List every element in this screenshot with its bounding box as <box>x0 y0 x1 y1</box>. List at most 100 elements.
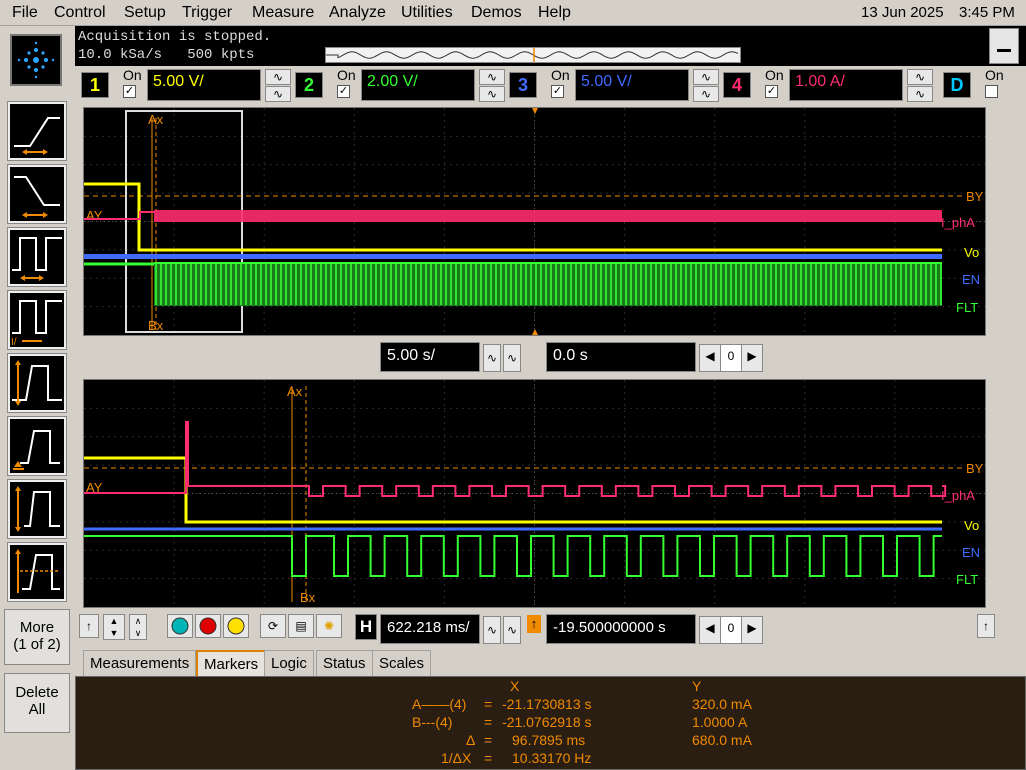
position-step-value[interactable]: 0 <box>720 344 742 372</box>
position-right-button[interactable]: ▶ <box>741 344 763 372</box>
logo-icon[interactable] <box>10 34 62 86</box>
vertical-scroll-icon[interactable]: ▲ ▼ <box>103 614 125 640</box>
channel-2-coarse-knob[interactable]: ∿ <box>479 86 505 102</box>
channel-2-fine-knob[interactable]: ∿ <box>479 69 505 85</box>
channel-D-button[interactable]: D <box>943 72 971 98</box>
channel-2-scale-field[interactable]: 2.00 V/ <box>361 69 475 101</box>
menu-analyze[interactable]: Analyze <box>329 4 386 22</box>
menu-setup[interactable]: Setup <box>124 4 166 22</box>
marker-ax-label: Ax <box>148 112 164 127</box>
scale-coarse-knob[interactable]: ∿ <box>503 344 521 372</box>
zoom-position-field[interactable]: -19.500000000 s <box>546 614 696 644</box>
pulse-width-icon-2[interactable]: I/ <box>7 290 67 350</box>
channel-3-fine-knob[interactable]: ∿ <box>693 69 719 85</box>
zoom-waveform-display[interactable]: BYAYAxBxI_phAVoENFLT4132 <box>83 379 1000 608</box>
brightness-icon[interactable]: ✺ <box>316 614 342 638</box>
zoom-marker-by-label: BY <box>966 461 984 476</box>
window-trigger-icon[interactable] <box>7 479 67 539</box>
marker-ay-label: AY <box>86 208 103 223</box>
expand-pointer-icon[interactable]: ↑ <box>977 614 995 638</box>
marker-b-label: B---(4) <box>412 714 453 730</box>
menu-control[interactable]: Control <box>54 4 106 22</box>
left-toolbar: I/ More (1 of 2) Delete All <box>0 26 75 770</box>
inverse-delta-equals: = <box>484 750 493 766</box>
marker-a-equals: = <box>484 696 493 712</box>
channel-3-on-label: On <box>551 67 570 83</box>
zoom-position-left-button[interactable]: ◀ <box>699 616 721 644</box>
autoscale-icon[interactable]: ⟳ <box>260 614 286 638</box>
zoom-trace-flt <box>84 535 942 577</box>
channel-1-on-checkbox[interactable]: ✓ <box>123 85 136 98</box>
channel-4-scale-field[interactable]: 1.00 A/ <box>789 69 903 101</box>
channel-4-fine-knob[interactable]: ∿ <box>907 69 933 85</box>
delete-label: Delete <box>15 684 59 701</box>
channel-1-button[interactable]: 1 <box>81 72 109 98</box>
time-display: 3:45 PM <box>959 4 1015 21</box>
channel-3-coarse-knob[interactable]: ∿ <box>693 86 719 102</box>
setup-hold-icon[interactable] <box>7 416 67 476</box>
channel-3-on-checkbox[interactable]: ✓ <box>551 85 564 98</box>
zoom-position-right-button[interactable]: ▶ <box>741 616 763 644</box>
channel-4-coarse-knob[interactable]: ∿ <box>907 86 933 102</box>
clear-display-icon[interactable]: ▤ <box>288 614 314 638</box>
rising-edge-trigger-icon[interactable] <box>7 101 67 161</box>
tab-scales[interactable]: Scales <box>372 650 432 676</box>
position-left-button[interactable]: ◀ <box>699 344 721 372</box>
zoom-position-step-value[interactable]: 0 <box>720 616 742 644</box>
sample-rate: 10.0 kSa/s <box>78 47 163 63</box>
tab-measurements[interactable]: Measurements <box>83 650 197 676</box>
y-header: Y <box>692 678 702 694</box>
teal-circle-icon[interactable] <box>167 614 193 638</box>
delete-all-button[interactable]: Delete All <box>4 673 70 733</box>
horizontal-scale-field[interactable]: 5.00 s/ <box>380 342 480 372</box>
channel-2-button[interactable]: 2 <box>295 72 323 98</box>
menu-help[interactable]: Help <box>538 4 571 22</box>
vertical-zoom-icon[interactable]: ∧ ∨ <box>129 614 147 640</box>
tab-logic[interactable]: Logic <box>264 650 314 676</box>
zoom-scale-field[interactable]: 622.218 ms/ <box>380 614 480 644</box>
menu-trigger[interactable]: Trigger <box>182 4 232 22</box>
channel-D-on-checkbox[interactable] <box>985 85 998 98</box>
scale-fine-knob[interactable]: ∿ <box>483 344 501 372</box>
runt-trigger-icon[interactable] <box>7 353 67 413</box>
horizontal-h-icon[interactable]: H <box>355 614 377 640</box>
main-waveform-display[interactable]: BYAYAxBxI_phAVoENFLT4132 <box>83 107 1000 336</box>
pointer-icon[interactable]: ↑ <box>79 614 99 638</box>
acquisition-status: Acquisition is stopped. <box>78 29 272 45</box>
date-display: 13 Jun 2025 <box>861 4 944 21</box>
level-trigger-icon[interactable] <box>7 542 67 602</box>
menu-demos[interactable]: Demos <box>471 4 522 22</box>
tab-status[interactable]: Status <box>316 650 373 676</box>
pulse-width-icon[interactable] <box>7 227 67 287</box>
yellow-circle-icon[interactable] <box>223 614 249 638</box>
minimize-button[interactable] <box>989 28 1019 64</box>
acquisition-info: Acquisition is stopped. 10.0 kSa/s 500 k… <box>78 28 271 64</box>
timebase-bar: 5.00 s/ ∿ ∿ 0.0 s ◀ 0 ▶ <box>75 338 1026 376</box>
more-button[interactable]: More (1 of 2) <box>4 609 70 665</box>
channel-1-fine-knob[interactable]: ∿ <box>265 69 291 85</box>
channel-3-scale-field[interactable]: 5.00 V/ <box>575 69 689 101</box>
falling-edge-trigger-icon[interactable] <box>7 164 67 224</box>
channel-3-button[interactable]: 3 <box>509 72 537 98</box>
menu-measure[interactable]: Measure <box>252 4 314 22</box>
waveform-overview[interactable] <box>325 47 741 63</box>
channel-4-button[interactable]: 4 <box>723 72 751 98</box>
channel-1-scale-field[interactable]: 5.00 V/ <box>147 69 261 101</box>
zoom-scale-fine-knob[interactable]: ∿ <box>483 616 501 644</box>
delta-x: 96.7895 ms <box>512 732 586 748</box>
trigger-top-icon <box>532 108 538 114</box>
marker-a-label: A——(4) <box>412 696 467 712</box>
zoom-scale-coarse-knob[interactable]: ∿ <box>503 616 521 644</box>
menu-utilities[interactable]: Utilities <box>401 4 453 22</box>
red-circle-icon[interactable] <box>195 614 221 638</box>
tab-markers[interactable]: Markers <box>196 650 267 676</box>
channel-1-on-label: On <box>123 67 142 83</box>
channel-2-on-checkbox[interactable]: ✓ <box>337 85 350 98</box>
channel-4-on-checkbox[interactable]: ✓ <box>765 85 778 98</box>
acquisition-info-bar: Acquisition is stopped. 10.0 kSa/s 500 k… <box>75 26 1026 66</box>
label-i-pha: I_phA <box>941 215 975 230</box>
channel-1-coarse-knob[interactable]: ∿ <box>265 86 291 102</box>
horizontal-position-field[interactable]: 0.0 s <box>546 342 696 372</box>
menu-file[interactable]: File <box>12 4 38 22</box>
label-vo: Vo <box>964 245 979 260</box>
